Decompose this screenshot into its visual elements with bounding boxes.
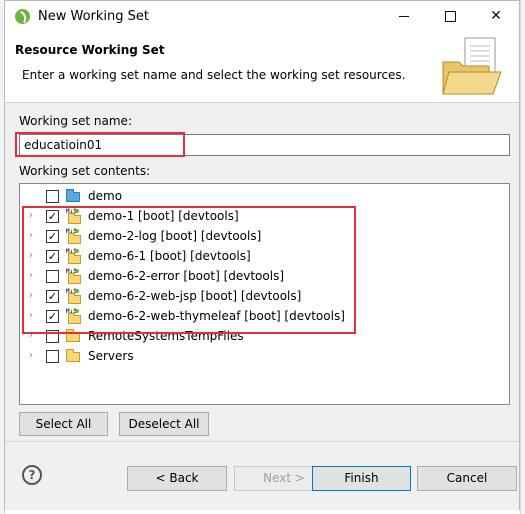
tree-row-label: RemoteSystemsTempFiles: [88, 329, 244, 343]
open-folder-icon: [442, 37, 502, 95]
maximize-button[interactable]: [427, 1, 473, 32]
expand-chevron-icon[interactable]: ›: [26, 251, 36, 261]
window-title: New Working Set: [38, 9, 149, 24]
tree-checkbox[interactable]: [46, 330, 59, 343]
tree-row-remote-systems-temp-files[interactable]: › RemoteSystemsTempFiles: [20, 327, 509, 347]
tree-row-label: demo: [88, 189, 123, 203]
resource-tree[interactable]: demo › ✓ M↓S demo-1 [boot] [devtools] › …: [19, 183, 510, 405]
tree-checkbox[interactable]: [46, 270, 59, 283]
expand-chevron-icon[interactable]: ›: [26, 311, 36, 321]
tree-row-label: Servers: [88, 349, 134, 363]
working-set-contents-label: Working set contents:: [19, 164, 151, 178]
tree-checkbox[interactable]: ✓: [46, 250, 59, 263]
folder-icon: [66, 349, 80, 362]
dialog-footer: ? < Back Next > Finish Cancel: [5, 441, 519, 510]
expand-chevron-icon[interactable]: ›: [26, 211, 36, 221]
expand-chevron-icon[interactable]: ›: [26, 291, 36, 301]
tree-checkbox[interactable]: ✓: [46, 290, 59, 303]
back-button[interactable]: < Back: [127, 466, 227, 491]
folder-icon: [66, 329, 80, 342]
tree-row-label: demo-6-1 [boot] [devtools]: [88, 249, 251, 263]
spring-project-icon: M↓S: [66, 209, 81, 224]
close-icon: ✕: [490, 8, 502, 24]
tree-row-servers[interactable]: › Servers: [20, 347, 509, 367]
new-working-set-dialog: New Working Set ✕ Resource Working Set E…: [4, 0, 520, 510]
working-set-name-label: Working set name:: [19, 114, 132, 128]
expand-chevron-icon[interactable]: ›: [26, 231, 36, 241]
expand-chevron-icon[interactable]: ›: [26, 351, 36, 361]
tree-row-demo-6-2-web-thymeleaf[interactable]: › ✓ M↓S demo-6-2-web-thymeleaf [boot] [d…: [20, 307, 509, 327]
tree-row-demo-6-2-web-jsp[interactable]: › ✓ M↓S demo-6-2-web-jsp [boot] [devtool…: [20, 287, 509, 307]
tree-checkbox[interactable]: [46, 190, 59, 203]
minimize-icon: [399, 15, 409, 17]
tree-row-label: demo-6-2-error [boot] [devtools]: [88, 269, 285, 283]
dialog-body: Working set name: Working set contents: …: [5, 103, 519, 441]
tree-checkbox[interactable]: ✓: [46, 210, 59, 223]
close-button[interactable]: ✕: [473, 1, 519, 32]
finish-button[interactable]: Finish: [312, 466, 411, 491]
header-title: Resource Working Set: [15, 43, 165, 57]
tree-row-label: demo-1 [boot] [devtools]: [88, 209, 239, 223]
help-icon[interactable]: ?: [22, 465, 42, 485]
tree-row-demo-6-2-error[interactable]: › M↓S demo-6-2-error [boot] [devtools]: [20, 267, 509, 287]
maximize-icon: [444, 10, 456, 22]
spring-project-icon: M↓S: [66, 229, 81, 244]
spring-project-icon: M↓S: [66, 269, 81, 284]
background-editor-right: [520, 0, 525, 514]
spring-project-icon: M↓S: [66, 249, 81, 264]
deselect-all-button[interactable]: Deselect All: [119, 412, 209, 436]
tree-checkbox[interactable]: ✓: [46, 230, 59, 243]
spring-project-icon: M↓S: [66, 309, 81, 324]
expand-chevron-icon[interactable]: ›: [26, 271, 36, 281]
tree-row-demo-1[interactable]: › ✓ M↓S demo-1 [boot] [devtools]: [20, 207, 509, 227]
tree-row-demo-2-log[interactable]: › ✓ M↓S demo-2-log [boot] [devtools]: [20, 227, 509, 247]
header-description: Enter a working set name and select the …: [22, 68, 406, 82]
select-all-button[interactable]: Select All: [19, 412, 108, 436]
dialog-header: Resource Working Set Enter a working set…: [5, 32, 519, 103]
folder-icon: [66, 189, 80, 202]
tree-row-demo-6-1[interactable]: › ✓ M↓S demo-6-1 [boot] [devtools]: [20, 247, 509, 267]
spring-project-icon: M↓S: [66, 289, 81, 304]
tree-checkbox[interactable]: [46, 350, 59, 363]
expand-chevron-icon[interactable]: ›: [26, 331, 36, 341]
tree-row-demo[interactable]: demo: [20, 187, 509, 207]
tree-checkbox[interactable]: ✓: [46, 310, 59, 323]
title-bar[interactable]: New Working Set ✕: [5, 1, 519, 32]
working-set-name-input[interactable]: [19, 134, 510, 156]
minimize-button[interactable]: [381, 1, 427, 32]
tree-row-label: demo-6-2-web-thymeleaf [boot] [devtools]: [88, 309, 345, 323]
spring-app-icon: [15, 9, 30, 24]
tree-row-label: demo-2-log [boot] [devtools]: [88, 229, 262, 243]
cancel-button[interactable]: Cancel: [417, 466, 517, 491]
tree-row-label: demo-6-2-web-jsp [boot] [devtools]: [88, 289, 302, 303]
